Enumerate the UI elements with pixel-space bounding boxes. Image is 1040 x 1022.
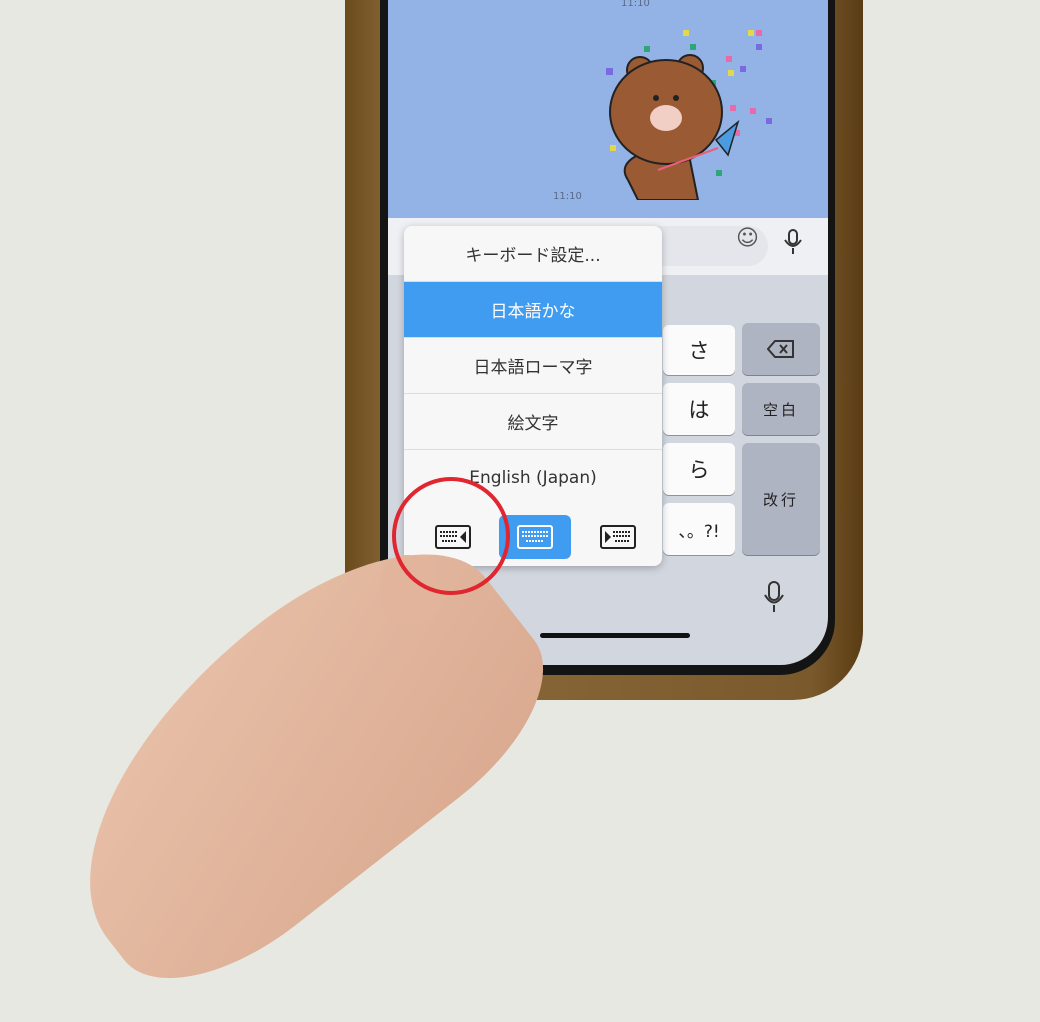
key-ha[interactable]: は (663, 383, 735, 435)
timestamp: 11:10 (621, 0, 650, 9)
chat-area: 11:10 11:10 (388, 0, 828, 218)
menu-item-japanese-kana[interactable]: 日本語かな (404, 282, 662, 338)
microphone-icon[interactable] (763, 580, 785, 614)
right-handed-keyboard-button[interactable] (585, 515, 651, 559)
delete-icon (767, 340, 794, 358)
menu-item-keyboard-settings[interactable]: キーボード設定... (404, 226, 662, 282)
key-ra[interactable]: ら (663, 443, 735, 495)
full-keyboard-icon (517, 525, 553, 549)
timestamp: 11:10 (553, 191, 582, 202)
key-sa[interactable]: さ (663, 325, 735, 375)
emoji-icon[interactable]: ☺ (736, 226, 759, 251)
right-handed-keyboard-icon (600, 525, 636, 549)
menu-item-japanese-romaji[interactable]: 日本語ローマ字 (404, 338, 662, 394)
delete-key[interactable] (742, 323, 820, 375)
return-key[interactable]: 改行 (742, 443, 820, 555)
microphone-icon[interactable] (783, 228, 803, 256)
key-punctuation[interactable]: 、。?! (663, 503, 735, 555)
menu-item-emoji[interactable]: 絵文字 (404, 394, 662, 450)
bear-sticker[interactable] (598, 30, 798, 200)
home-indicator[interactable] (540, 633, 690, 638)
annotation-circle (392, 477, 510, 595)
space-key[interactable]: 空白 (742, 383, 820, 435)
